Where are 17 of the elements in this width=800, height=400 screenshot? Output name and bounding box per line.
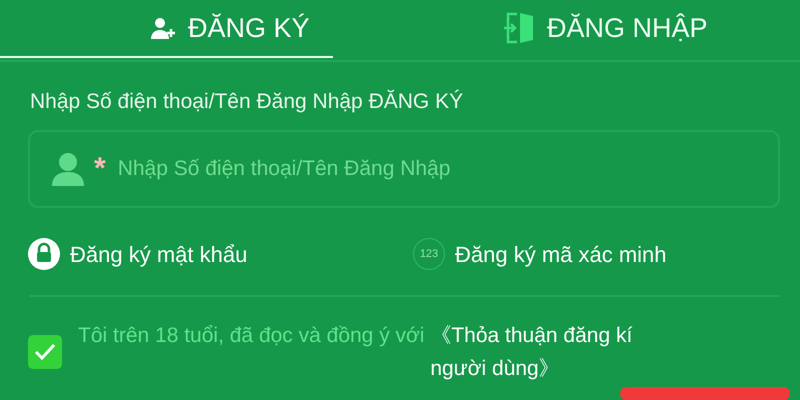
method-option[interactable]: 123 Đăng ký mã xác minh [413,238,773,270]
agreement-text: Tôi trên 18 tuổi, đã đọc và đồng ý với [78,324,424,346]
required-mark: * [94,154,106,184]
tab[interactable]: ĐĂNG NHẬP [483,0,800,56]
code-icon: 123 [413,238,445,270]
tab[interactable]: ĐĂNG KÝ [130,0,333,56]
field-label: Nhập Số điện thoại/Tên Đăng Nhập ĐĂNG KÝ [30,88,464,115]
login-door-icon [503,11,535,45]
method-option[interactable]: Đăng ký mật khẩu [28,238,413,270]
add-user-icon [150,15,176,41]
username-input[interactable]: Nhập Số điện thoại/Tên Đăng Nhập [116,152,778,186]
user-icon [52,152,84,186]
check-icon [34,343,56,362]
username-field[interactable]: * Nhập Số điện thoại/Tên Đăng Nhập [28,130,780,208]
terms-link[interactable]: 《Thỏa thuận đăng kí người dùng》 [430,318,660,386]
lock-icon [28,238,60,270]
agree-checkbox[interactable] [28,335,62,370]
